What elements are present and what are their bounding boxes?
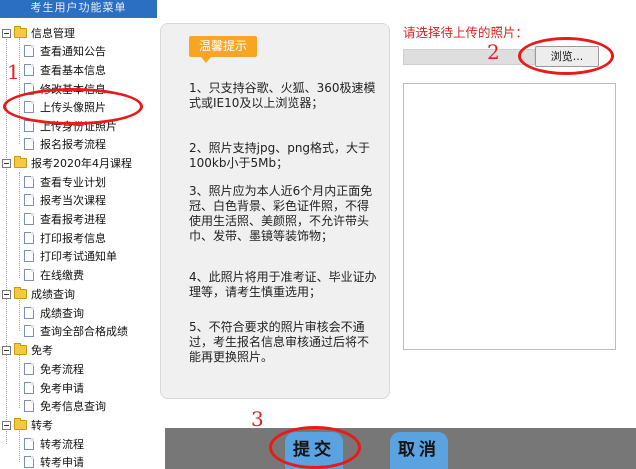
photo-preview-box <box>403 83 616 350</box>
document-icon <box>24 213 34 225</box>
section-label: 报考2020年4月课程 <box>31 157 132 170</box>
document-icon <box>24 138 34 150</box>
sidebar-item-label: 查看通知公告 <box>40 45 106 58</box>
section-label: 免考 <box>31 344 53 357</box>
section-label: 信息管理 <box>31 27 75 40</box>
sidebar-item-label: 打印考试通知单 <box>40 250 117 263</box>
sidebar-item-print-apply-info[interactable]: 打印报考信息 <box>24 229 106 247</box>
sidebar-item-registration-process[interactable]: 报名报考流程 <box>24 135 106 153</box>
section-label: 成绩查询 <box>31 288 75 301</box>
sidebar-item-label: 在线缴费 <box>40 269 84 282</box>
sidebar-section-apply[interactable]: 报考2020年4月课程 <box>2 154 132 172</box>
collapse-icon[interactable] <box>2 420 11 430</box>
sidebar-item-exemption-process[interactable]: 免考流程 <box>24 360 84 378</box>
section-label: 转考 <box>31 419 53 432</box>
folder-icon <box>14 156 27 168</box>
step-2-marker: 2 <box>487 40 500 64</box>
tip-3: 3、照片应为本人近6个月内正面免冠、白色背景、彩色证件照，不得使用生活照、美颜照… <box>189 184 373 243</box>
sidebar-item-apply-courses[interactable]: 报考当次课程 <box>24 191 106 209</box>
sidebar-item-view-apply-progress[interactable]: 查看报考进程 <box>24 210 106 228</box>
step-3-highlight-ellipse <box>269 426 361 469</box>
cancel-button[interactable]: 取消 <box>390 432 448 469</box>
sidebar-item-all-passed-scores[interactable]: 查询全部合格成绩 <box>24 322 128 340</box>
document-icon <box>24 269 34 281</box>
sidebar-item-view-major-plan[interactable]: 查看专业计划 <box>24 173 106 191</box>
document-icon <box>24 456 34 468</box>
sidebar-item-view-basic-info[interactable]: 查看基本信息 <box>24 61 106 79</box>
document-icon <box>24 363 34 375</box>
document-icon <box>24 194 34 206</box>
tree-connector <box>19 172 20 278</box>
document-icon <box>24 400 34 412</box>
tree-connector <box>19 355 20 408</box>
folder-icon <box>14 343 27 355</box>
sidebar-item-exemption-query[interactable]: 免考信息查询 <box>24 397 106 415</box>
document-icon <box>24 120 34 132</box>
tree-connector <box>19 431 20 462</box>
tip-4: 4、此照片将用于准考证、毕业证办理等，请考生慎重选用； <box>189 270 377 299</box>
tree-connector <box>19 38 20 144</box>
collapse-icon[interactable] <box>2 289 11 299</box>
folder-icon <box>14 287 27 299</box>
sidebar-item-exemption-apply[interactable]: 免考申请 <box>24 379 84 397</box>
sidebar-item-online-payment[interactable]: 在线缴费 <box>24 266 84 284</box>
document-icon <box>24 64 34 76</box>
document-icon <box>24 382 34 394</box>
sidebar-item-label: 查看基本信息 <box>40 64 106 77</box>
collapse-icon[interactable] <box>2 345 11 355</box>
sidebar-item-transfer-process[interactable]: 转考流程 <box>24 435 84 453</box>
sidebar-item-label: 免考流程 <box>40 363 84 376</box>
sidebar-item-label: 查询全部合格成绩 <box>40 325 128 338</box>
sidebar-item-label: 查看报考进程 <box>40 213 106 226</box>
sidebar-section-exemption[interactable]: 免考 <box>2 341 53 359</box>
tip-1: 1、只支持谷歌、火狐、360极速模式或IE10及以上浏览器； <box>189 81 376 110</box>
sidebar-item-score-query[interactable]: 成绩查询 <box>24 304 84 322</box>
document-icon <box>24 45 34 57</box>
sidebar-section-info[interactable]: 信息管理 <box>2 24 75 42</box>
sidebar-section-scores[interactable]: 成绩查询 <box>2 285 75 303</box>
tree-connector <box>6 36 7 444</box>
file-path-field[interactable] <box>403 49 535 65</box>
sidebar-item-label: 转考申请 <box>40 456 84 469</box>
step-1-highlight-ellipse <box>3 88 143 125</box>
sidebar-item-label: 查看专业计划 <box>40 176 106 189</box>
step-3-marker: 3 <box>251 407 264 431</box>
sidebar-item-label: 转考流程 <box>40 438 84 451</box>
sidebar-item-view-notices[interactable]: 查看通知公告 <box>24 42 106 60</box>
document-icon <box>24 438 34 450</box>
sidebar-section-transfer[interactable]: 转考 <box>2 416 53 434</box>
sidebar-item-label: 报名报考流程 <box>40 138 106 151</box>
sidebar-menu: 考生用户功能菜单 信息管理 查看通知公告 查看基本信息 修改基本信息 上传头像照… <box>0 0 157 469</box>
document-icon <box>24 325 34 337</box>
collapse-icon[interactable] <box>2 28 11 38</box>
sidebar-item-print-exam-notice[interactable]: 打印考试通知单 <box>24 247 117 265</box>
tip-5: 5、不符合要求的照片审核会不通过，考生报名信息审核通过后将不能再更换照片。 <box>189 320 370 364</box>
sidebar-title: 考生用户功能菜单 <box>0 0 157 18</box>
sidebar-item-label: 免考信息查询 <box>40 400 106 413</box>
document-icon <box>24 307 34 319</box>
upload-label: 请选择待上传的照片： <box>403 25 529 40</box>
step-2-highlight-ellipse <box>518 37 614 75</box>
tips-badge: 温馨提示 <box>189 36 257 63</box>
document-icon <box>24 232 34 244</box>
tree-connector <box>19 300 20 331</box>
sidebar-item-transfer-apply[interactable]: 转考申请 <box>24 453 84 469</box>
sidebar-item-label: 免考申请 <box>40 382 84 395</box>
collapse-icon[interactable] <box>2 158 11 168</box>
folder-icon <box>14 26 27 38</box>
document-icon <box>24 176 34 188</box>
sidebar-item-label: 打印报考信息 <box>40 232 106 245</box>
sidebar-item-label: 成绩查询 <box>40 307 84 320</box>
document-icon <box>24 250 34 262</box>
sidebar-item-label: 报考当次课程 <box>40 194 106 207</box>
step-1-marker: 1 <box>7 60 20 84</box>
tips-panel: 温馨提示 1、只支持谷歌、火狐、360极速模式或IE10及以上浏览器； 2、照片… <box>160 23 390 399</box>
tip-2: 2、照片支持jpg、png格式，大于100kb小于5Mb； <box>189 141 371 170</box>
folder-icon <box>14 418 27 430</box>
